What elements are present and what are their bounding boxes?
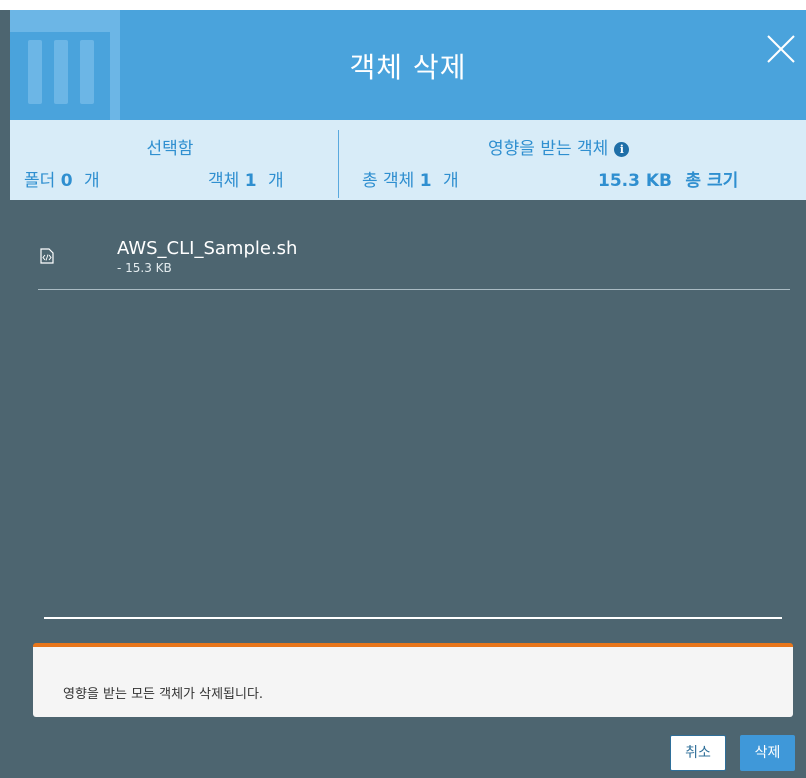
affected-title-text: 영향을 받는 객체 [488,139,609,159]
objects-count-value: 1 [244,171,257,191]
objects-label: 객체 [208,171,240,191]
total-objects: 총 객체 1 개 [362,166,459,191]
delete-button[interactable]: 삭제 [740,735,795,771]
total-size: 15.3 KB 총 크기 [598,166,738,191]
list-divider [38,289,790,290]
dialog-header: 객체 삭제 [10,10,806,120]
dialog-title: 객체 삭제 [349,51,467,84]
folders-unit: 개 [83,171,100,191]
file-size: - 15.3 KB [117,261,172,275]
total-size-label: 총 크기 [685,171,739,191]
top-strip [0,0,806,10]
total-size-value: 15.3 KB [598,171,672,191]
content-divider [44,617,782,619]
file-list: AWS_CLI_Sample.sh - 15.3 KB 영향을 받는 모든 객체… [0,200,806,778]
objects-count: 객체 1 개 [208,166,284,191]
delete-summary: 선택함 폴더 0 개 객체 1 개 영향을 받는 객체 i 총 객체 1 개 15… [10,120,806,200]
summary-divider [338,130,339,198]
total-objects-unit: 개 [442,171,459,191]
total-objects-label: 총 객체 [362,171,415,191]
folders-count-value: 0 [60,171,73,191]
info-icon[interactable]: i [614,142,630,157]
folders-count: 폴더 0 개 [24,166,100,191]
alert-message: 영향을 받는 모든 객체가 삭제됩니다. [63,687,264,702]
objects-unit: 개 [267,171,284,191]
warning-alert: 영향을 받는 모든 객체가 삭제됩니다. [33,643,793,717]
cancel-button[interactable]: 취소 [670,735,726,771]
close-icon[interactable] [764,32,798,66]
selected-title: 선택함 [146,139,194,159]
code-file-icon [40,248,54,264]
file-name: AWS_CLI_Sample.sh [117,238,298,259]
affected-title: 영향을 받는 객체 i [488,134,630,159]
folders-label: 폴더 [24,171,56,191]
total-objects-value: 1 [419,171,432,191]
